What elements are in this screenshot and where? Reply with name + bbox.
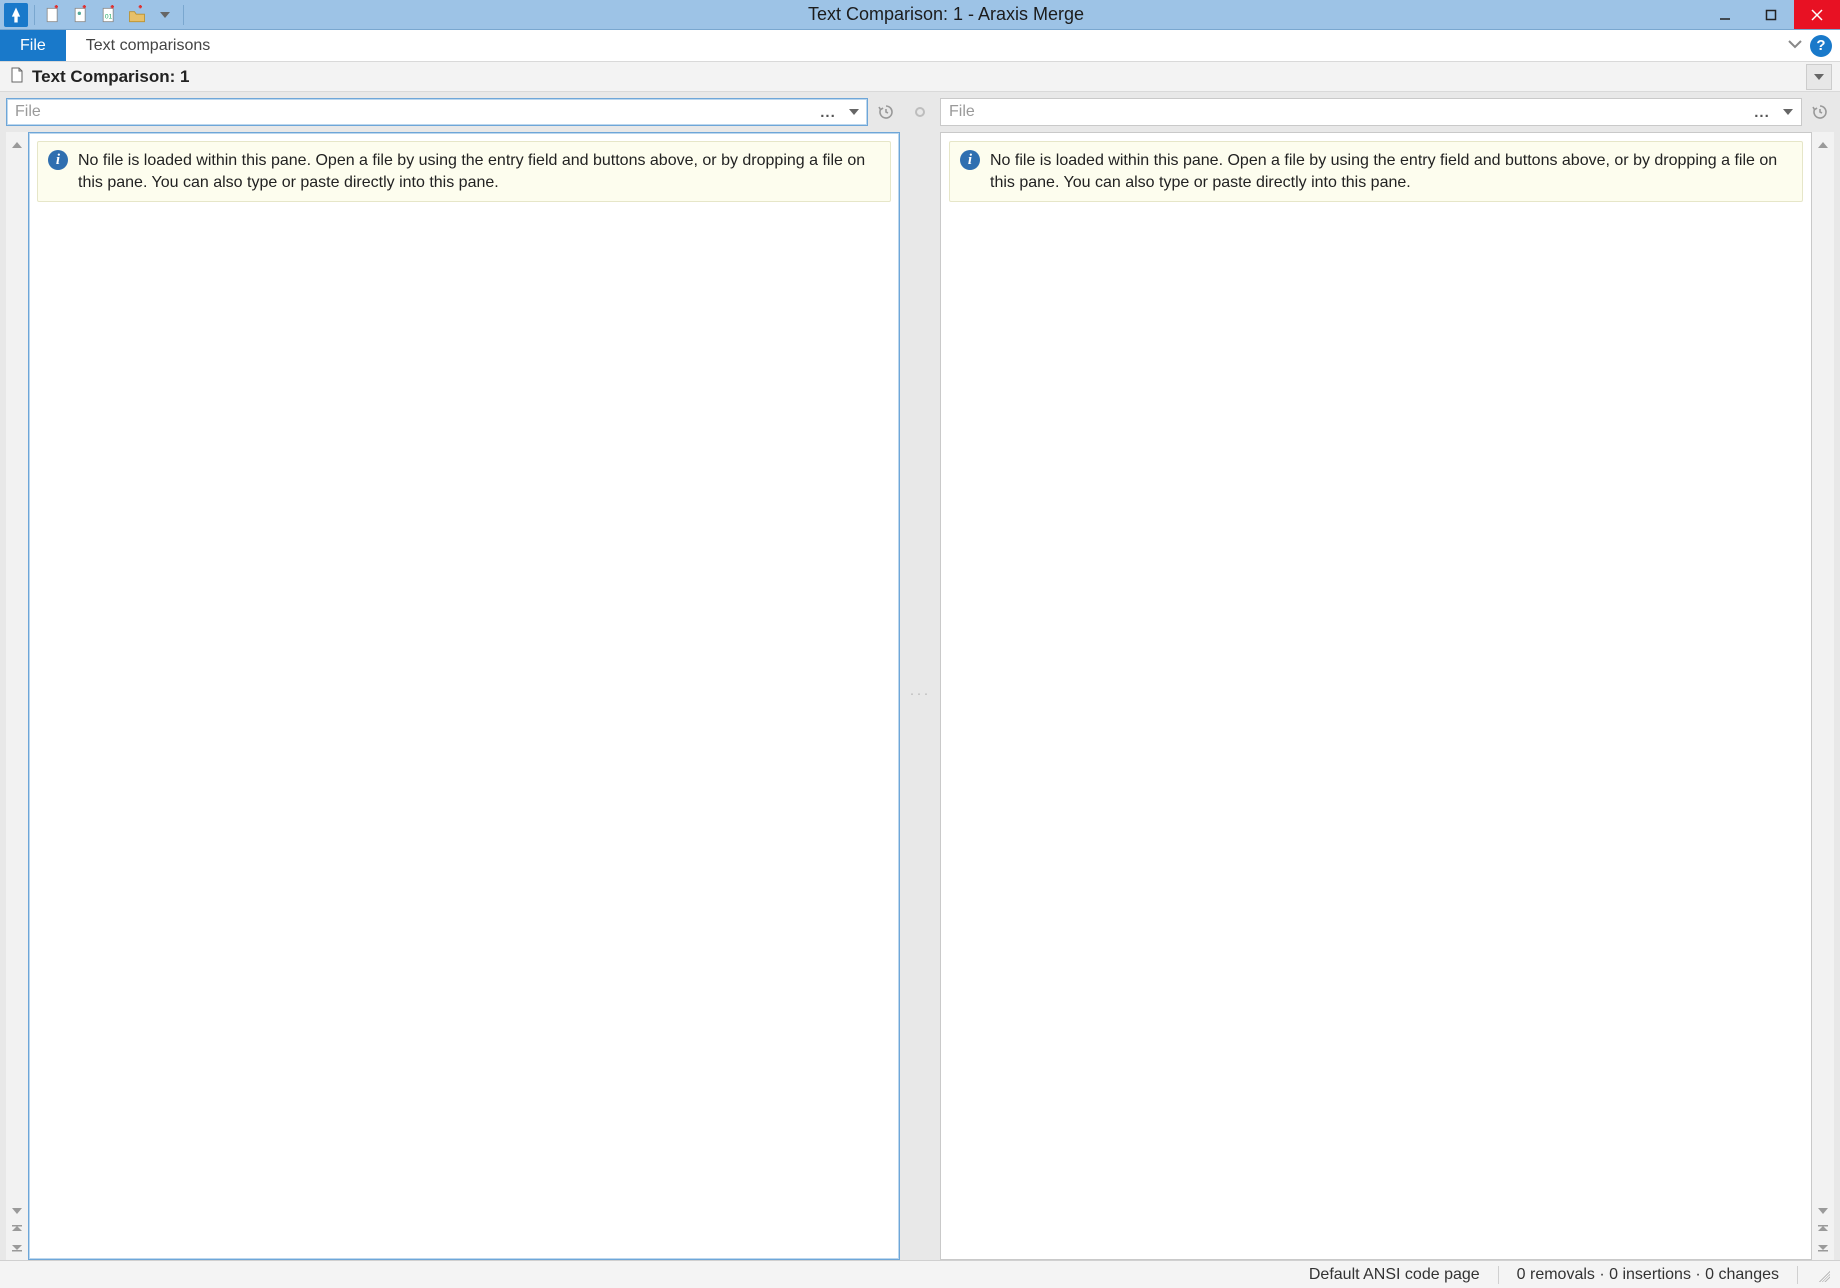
left-file-entry: ... [6,98,868,126]
window-controls [1702,0,1840,29]
quick-access-toolbar: 01 [0,3,190,27]
ribbon-tabs: File Text comparisons ? [0,30,1840,62]
scroll-down-icon[interactable] [1814,1202,1832,1220]
scroll-up-icon[interactable] [8,136,26,154]
separator [183,5,184,25]
minimize-button[interactable] [1702,0,1748,29]
prev-change-icon[interactable] [8,1220,26,1238]
qat-dropdown[interactable] [153,3,177,27]
left-file-input[interactable] [7,103,815,121]
document-icon [8,66,26,88]
separator [1498,1266,1499,1284]
right-pane-content[interactable]: i No file is loaded within this pane. Op… [940,132,1812,1260]
right-info-box: i No file is loaded within this pane. Op… [949,141,1803,202]
right-file-browse-icon[interactable]: ... [1749,99,1775,125]
document-tab-title[interactable]: Text Comparison: 1 [32,67,189,87]
status-encoding: Default ANSI code page [1309,1266,1480,1284]
left-file-history-icon[interactable] [872,98,900,126]
statusbar: Default ANSI code page 0 removals · 0 in… [0,1260,1840,1288]
left-file-dropdown-icon[interactable] [841,99,867,125]
right-file-input[interactable] [941,103,1749,121]
left-info-text: No file is loaded within this pane. Open… [78,150,880,193]
link-handle-icon[interactable]: ··· [910,126,931,1260]
link-indicator-icon[interactable] [915,107,925,117]
tab-text-comparisons[interactable]: Text comparisons [66,30,231,61]
tab-file[interactable]: File [0,30,66,61]
separator [1797,1266,1798,1284]
maximize-button[interactable] [1748,0,1794,29]
new-binary-comparison-icon[interactable]: 01 [97,3,121,27]
next-change-icon[interactable] [1814,1238,1832,1256]
new-image-comparison-icon[interactable] [69,3,93,27]
right-file-dropdown-icon[interactable] [1775,99,1801,125]
right-info-text: No file is loaded within this pane. Open… [990,150,1792,193]
close-button[interactable] [1794,0,1840,29]
info-icon: i [960,150,980,170]
document-tab-menu[interactable] [1806,64,1832,90]
left-file-browse-icon[interactable]: ... [815,99,841,125]
left-pane-nav-gutter [6,132,28,1260]
right-file-history-icon[interactable] [1806,98,1834,126]
scroll-up-icon[interactable] [1814,136,1832,154]
right-pane-nav-gutter [1812,132,1834,1260]
workspace: ... i No file is loaded within this pane… [0,92,1840,1260]
left-info-box: i No file is loaded within this pane. Op… [37,141,891,202]
window-title: Text Comparison: 1 - Araxis Merge [190,4,1702,25]
app-icon[interactable] [4,3,28,27]
status-changes: 0 removals · 0 insertions · 0 changes [1517,1266,1779,1284]
ribbon-collapse-icon[interactable] [1786,35,1804,57]
document-tab-bar: Text Comparison: 1 [0,62,1840,92]
separator [34,5,35,25]
left-pane-content[interactable]: i No file is loaded within this pane. Op… [28,132,900,1260]
new-text-comparison-icon[interactable] [41,3,65,27]
svg-text:01: 01 [105,13,113,20]
help-icon[interactable]: ? [1810,35,1832,57]
info-icon: i [48,150,68,170]
center-gutter: ··· [900,98,940,1260]
next-change-icon[interactable] [8,1238,26,1256]
right-pane: ... i No file is loaded within this pane… [940,98,1834,1260]
prev-change-icon[interactable] [1814,1220,1832,1238]
titlebar: 01 Text Comparison: 1 - Araxis Merge [0,0,1840,30]
resize-grip-icon[interactable] [1816,1268,1830,1282]
right-file-entry: ... [940,98,1802,126]
scroll-down-icon[interactable] [8,1202,26,1220]
new-folder-comparison-icon[interactable] [125,3,149,27]
left-pane: ... i No file is loaded within this pane… [6,98,900,1260]
